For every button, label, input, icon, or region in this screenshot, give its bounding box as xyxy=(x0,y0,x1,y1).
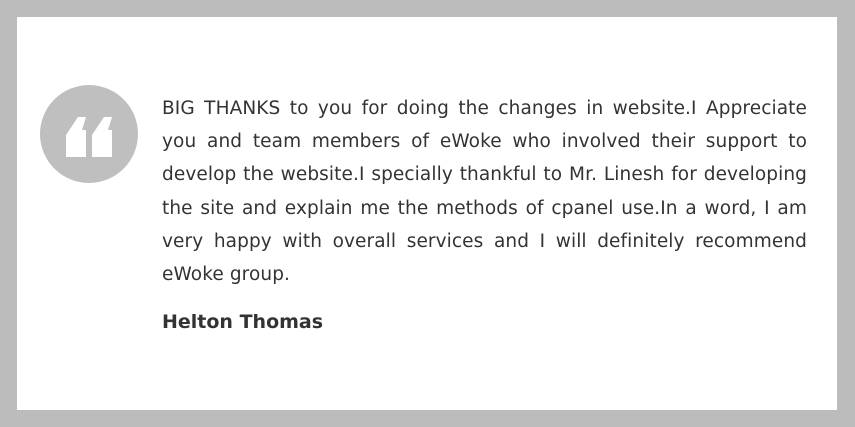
testimonial-author: Helton Thomas xyxy=(162,311,324,334)
open-quote-icon xyxy=(66,117,112,157)
testimonial-body: BIG THANKS to you for doing the changes … xyxy=(162,92,807,333)
testimonial-card: BIG THANKS to you for doing the changes … xyxy=(17,17,837,410)
quote-badge xyxy=(40,85,138,183)
testimonial-quote: BIG THANKS to you for doing the changes … xyxy=(162,98,807,286)
